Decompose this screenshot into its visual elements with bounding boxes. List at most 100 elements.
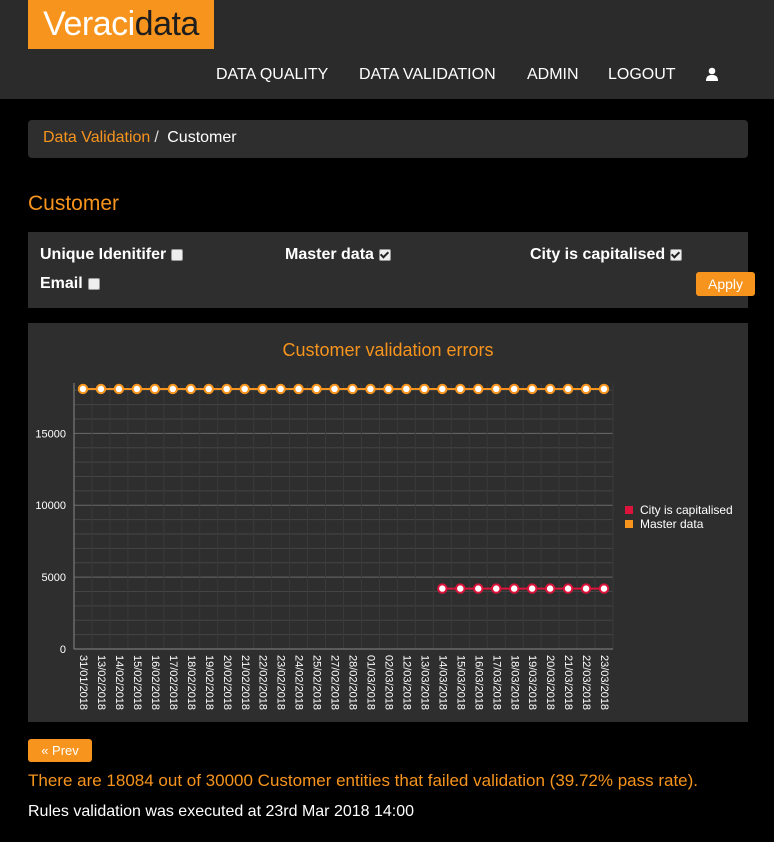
validation-summary: There are 18084 out of 30000 Customer en… [28,771,699,790]
rule-label: City is capitalised [530,246,666,263]
nav-admin[interactable]: ADMIN [527,66,579,84]
x-tick-label: 12/03/2018 [400,655,412,710]
x-tick-label: 15/02/2018 [131,655,143,710]
data-point [562,383,574,395]
x-tick-label: 23/03/2018 [598,655,610,710]
legend-label: Master data [640,517,704,531]
rule-city-capitalised: City is capitalised [530,246,683,264]
chart-title: Customer validation errors [282,340,493,360]
data-point [365,383,376,395]
data-point [383,383,394,395]
nav-data-quality[interactable]: DATA QUALITY [216,66,328,84]
x-tick-label: 14/02/2018 [113,655,125,710]
veracidata-logo[interactable]: Veraci data [28,0,214,49]
x-tick-label: 24/02/2018 [293,655,305,710]
breadcrumb-link-data-validation[interactable]: Data Validation [43,129,150,146]
y-tick-label: 5000 [42,572,66,584]
data-point [329,383,340,395]
data-point [419,383,430,395]
execution-timestamp: Rules validation was executed at 23rd Ma… [28,803,415,820]
city-capitalised-checkbox[interactable] [670,249,683,261]
data-point [580,383,592,395]
prev-button[interactable]: « Prev [28,739,92,762]
x-tick-label: 16/03/2018 [472,655,484,710]
apply-button[interactable]: Apply [696,272,755,296]
rule-label: Email [40,275,83,292]
y-tick-label: 0 [60,644,66,656]
unique-identifier-checkbox[interactable] [171,249,184,261]
data-point [149,383,161,395]
data-point [580,583,592,594]
x-tick-label: 18/03/2018 [508,655,520,710]
data-point [347,383,358,395]
x-tick-label: 01/03/2018 [365,655,377,710]
rule-label: Master data [285,246,374,263]
x-tick-label: 02/03/2018 [383,655,395,710]
top-navbar: Veraci data DATA QUALITY DATA VALIDATION … [0,0,774,99]
x-tick-label: 15/03/2018 [454,655,466,710]
user-icon[interactable] [705,67,719,81]
validation-errors-chart: Customer validation errors 0 5000 10000 1500… [35,340,733,710]
legend-label: City is capitalised [640,503,733,517]
rule-label: Unique Idenitifer [40,246,167,263]
data-point [167,383,179,395]
rule-master-data: Master data [285,246,391,264]
x-tick-label: 14/03/2018 [436,655,448,710]
x-tick-label: 13/03/2018 [418,655,430,710]
email-checkbox[interactable] [87,278,100,290]
data-point [473,383,484,395]
x-tick-label: 21/03/2018 [562,655,574,710]
legend-swatch [625,506,633,514]
data-point [437,383,448,395]
x-tick-label: 31/01/2018 [77,655,89,710]
master-data-checkbox[interactable] [378,249,391,261]
data-point [491,383,502,395]
y-tick-label: 10000 [35,500,66,512]
data-point [598,583,610,594]
data-point [293,383,304,395]
data-point [455,583,466,594]
x-tick-label: 17/03/2018 [490,655,502,710]
data-point [311,383,322,395]
data-point [455,383,466,395]
page-title: Customer [28,192,120,215]
data-point [508,383,520,395]
data-point [491,583,502,594]
data-point [401,383,412,395]
x-tick-label: 28/02/2018 [347,655,359,710]
y-tick-label: 15000 [35,428,66,440]
nav-logout[interactable]: LOGOUT [608,66,676,84]
x-tick-label: 19/02/2018 [203,655,215,710]
data-point [437,583,448,594]
x-tick-label: 22/03/2018 [580,655,592,710]
x-tick-label: 20/03/2018 [544,655,556,710]
x-tick-label: 25/02/2018 [311,655,323,710]
x-tick-label: 22/02/2018 [257,655,269,710]
data-point [526,383,538,395]
data-point [257,383,268,395]
chart-panel: Customer validation errors 0 5000 10000 1500… [28,323,748,722]
breadcrumb-separator: / [154,129,159,146]
data-point [562,583,574,594]
data-point [473,583,484,594]
rule-unique-identifier: Unique Idenitifer [40,246,184,264]
x-tick-label: 16/02/2018 [149,655,161,710]
data-point [598,383,610,395]
data-point [185,383,196,395]
data-point [544,583,556,594]
x-tick-label: 18/02/2018 [185,655,197,710]
data-point [113,383,125,395]
rule-email: Email [40,275,100,293]
legend-swatch [625,520,633,528]
x-tick-label: 21/02/2018 [239,655,251,710]
data-point [203,383,214,395]
data-point [77,383,89,395]
rules-panel: Unique Idenitifer Master data City is ca… [28,232,748,308]
data-point [275,383,286,395]
nav-data-validation[interactable]: DATA VALIDATION [359,66,496,84]
breadcrumb: Data Validation / Customer [28,120,748,158]
x-tick-label: 23/02/2018 [275,655,287,710]
data-point [508,583,520,594]
x-tick-label: 20/02/2018 [221,655,233,710]
data-point [544,383,556,395]
